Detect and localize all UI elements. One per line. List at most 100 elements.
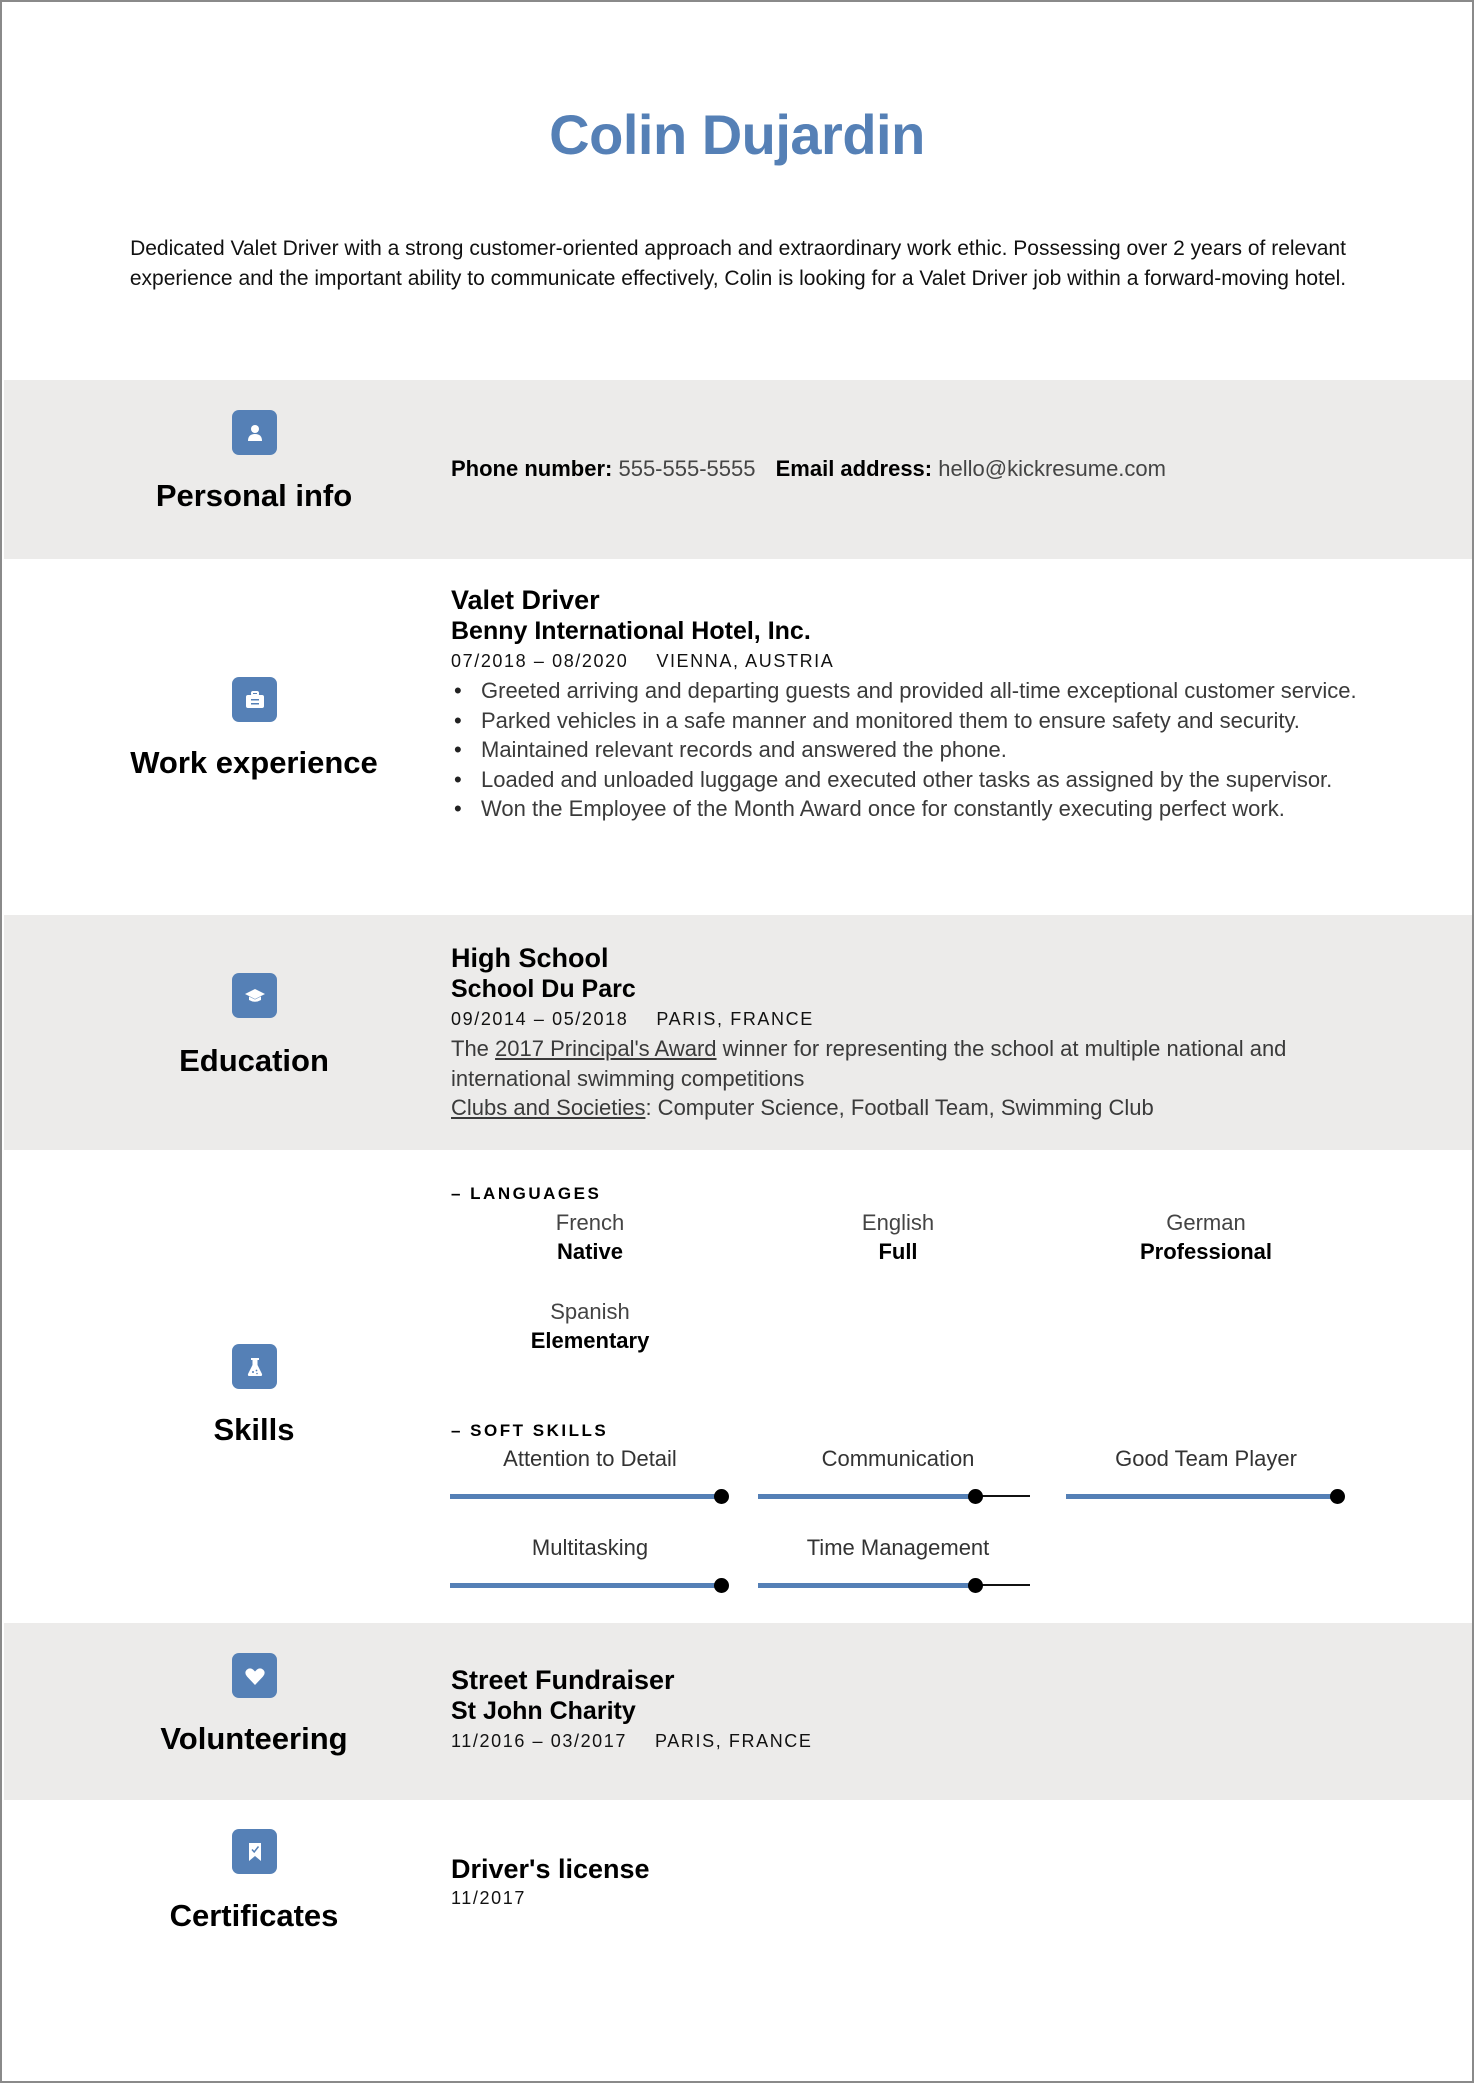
section-skills: Skills – LANGUAGES French Native English… (4, 1150, 1472, 1623)
education-dates: 09/2014 – 05/2018 (451, 1009, 629, 1029)
clubs-list: : Computer Science, Football Team, Swimm… (645, 1095, 1154, 1120)
work-entry: Valet Driver Benny International Hotel, … (451, 585, 1381, 824)
section-personal-info: Personal info Phone number: 555-555-5555… (4, 380, 1472, 559)
work-bullet: Greeted arriving and departing guests an… (451, 676, 1381, 706)
work-bullet: Won the Employee of the Month Award once… (451, 794, 1381, 824)
language-item: Spanish Elementary (450, 1297, 730, 1355)
work-bullet: Maintained relevant records and answered… (451, 735, 1381, 765)
section-title-volunteering: Volunteering (160, 1721, 348, 1756)
clubs-line: Clubs and Societies: Computer Science, F… (451, 1093, 1381, 1123)
work-dates: 07/2018 – 08/2020 (451, 651, 629, 671)
skill-level-slider (758, 1489, 1030, 1504)
skill-level-slider (450, 1489, 729, 1504)
skill-level-fill (1066, 1494, 1338, 1499)
certificate-entry: Driver's license 11/2017 (451, 1854, 1381, 1911)
soft-skill-item: Time Management (758, 1533, 1038, 1593)
soft-skill-name: Multitasking (531, 1535, 649, 1560)
section-title-personal-info: Personal info (155, 478, 353, 513)
skill-level-handle (968, 1578, 983, 1593)
contact-details: Phone number: 555-555-5555 Email address… (451, 454, 1381, 484)
soft-skill-name: Time Management (806, 1535, 990, 1560)
work-bullet: Loaded and unloaded luggage and executed… (451, 765, 1381, 795)
education-location: PARIS, FRANCE (656, 1009, 814, 1029)
soft-skill-name: Communication (821, 1446, 975, 1471)
skill-level-slider (450, 1578, 729, 1593)
skill-level-handle (714, 1578, 729, 1593)
work-meta: 07/2018 – 08/2020 VIENNA, AUSTRIA (451, 646, 1381, 676)
languages-heading: – LANGUAGES (451, 1184, 602, 1203)
job-title: Valet Driver (451, 585, 600, 615)
graduation-cap-icon (232, 973, 277, 1018)
volunteer-org: St John Charity (451, 1697, 636, 1725)
education-meta: 09/2014 – 05/2018 PARIS, FRANCE (451, 1004, 1381, 1034)
volunteer-dates: 11/2016 – 03/2017 (451, 1731, 628, 1751)
section-title-skills: Skills (213, 1412, 295, 1447)
school-name: School Du Parc (451, 975, 636, 1003)
skill-level-slider (758, 1578, 1030, 1593)
candidate-name: Colin Dujardin (549, 103, 925, 166)
section-title-certificates: Certificates (169, 1898, 339, 1933)
phone-label: Phone number: (451, 456, 613, 481)
soft-skill-item: Multitasking (450, 1533, 730, 1593)
education-description: The 2017 Principal's Award winner for re… (451, 1034, 1381, 1093)
section-volunteering: Volunteering Street Fundraiser St John C… (4, 1623, 1472, 1800)
soft-skill-item: Communication (758, 1444, 1038, 1504)
language-name: Spanish (550, 1299, 630, 1324)
volunteer-meta: 11/2016 – 03/2017 PARIS, FRANCE (451, 1726, 1381, 1756)
skill-level-slider (1066, 1489, 1345, 1504)
soft-skills-heading: – SOFT SKILLS (451, 1421, 609, 1440)
skill-level-remaining (976, 1584, 1030, 1586)
resume-page: Colin Dujardin Dedicated Valet Driver wi… (0, 0, 1474, 2083)
heart-icon (232, 1653, 277, 1698)
volunteer-location: PARIS, FRANCE (655, 1731, 813, 1751)
language-level: Full (878, 1239, 918, 1264)
skill-level-handle (1330, 1489, 1345, 1504)
desc-prefix: The (451, 1036, 496, 1061)
language-level: Native (556, 1239, 624, 1264)
education-entry: High School School Du Parc 09/2014 – 05/… (451, 943, 1381, 1123)
skill-level-fill (758, 1494, 976, 1499)
section-education: Education High School School Du Parc 09/… (4, 915, 1472, 1150)
skill-level-fill (758, 1583, 976, 1588)
certificate-ribbon-icon (232, 1829, 277, 1874)
work-bullet: Parked vehicles in a safe manner and mon… (451, 706, 1381, 736)
work-location: VIENNA, AUSTRIA (656, 651, 835, 671)
soft-skill-name: Good Team Player (1115, 1446, 1297, 1471)
language-name: English (861, 1210, 935, 1235)
section-certificates: Certificates Driver's license 11/2017 (4, 1800, 1472, 2081)
skill-level-fill (450, 1494, 722, 1499)
skill-level-handle (714, 1489, 729, 1504)
phone-value[interactable]: 555-555-5555 (618, 456, 755, 481)
briefcase-icon (232, 677, 277, 722)
language-name: German (1166, 1210, 1246, 1235)
skill-level-handle (968, 1489, 983, 1504)
award-link[interactable]: 2017 Principal's Award (495, 1036, 716, 1061)
section-work-experience: Work experience Valet Driver Benny Inter… (4, 559, 1472, 915)
language-item: English Full (758, 1208, 1038, 1266)
certificate-date: 11/2017 (451, 1888, 526, 1908)
language-level: Elementary (530, 1328, 650, 1353)
person-icon (232, 410, 277, 455)
degree: High School (451, 943, 609, 973)
skill-level-remaining (976, 1495, 1030, 1497)
skill-level-fill (450, 1583, 722, 1588)
language-level: Professional (1139, 1239, 1273, 1264)
soft-skill-item: Good Team Player (1066, 1444, 1346, 1504)
email-label: Email address: (775, 456, 933, 481)
language-item: German Professional (1066, 1208, 1346, 1266)
volunteering-entry: Street Fundraiser St John Charity 11/201… (451, 1665, 1381, 1756)
work-bullets: Greeted arriving and departing guests an… (451, 676, 1381, 824)
profile-summary: Dedicated Valet Driver with a strong cus… (129, 237, 1347, 290)
clubs-label[interactable]: Clubs and Societies (451, 1095, 645, 1120)
language-item: French Native (450, 1208, 730, 1266)
certificate-name: Driver's license (451, 1854, 650, 1884)
volunteer-role: Street Fundraiser (451, 1665, 675, 1695)
section-title-education: Education (179, 1043, 329, 1078)
language-name: French (555, 1210, 625, 1235)
soft-skill-name: Attention to Detail (503, 1446, 677, 1471)
company-name: Benny International Hotel, Inc. (451, 617, 811, 645)
section-title-work-experience: Work experience (130, 745, 378, 780)
flask-icon (232, 1344, 277, 1389)
email-value[interactable]: hello@kickresume.com (938, 456, 1166, 481)
soft-skill-item: Attention to Detail (450, 1444, 730, 1504)
